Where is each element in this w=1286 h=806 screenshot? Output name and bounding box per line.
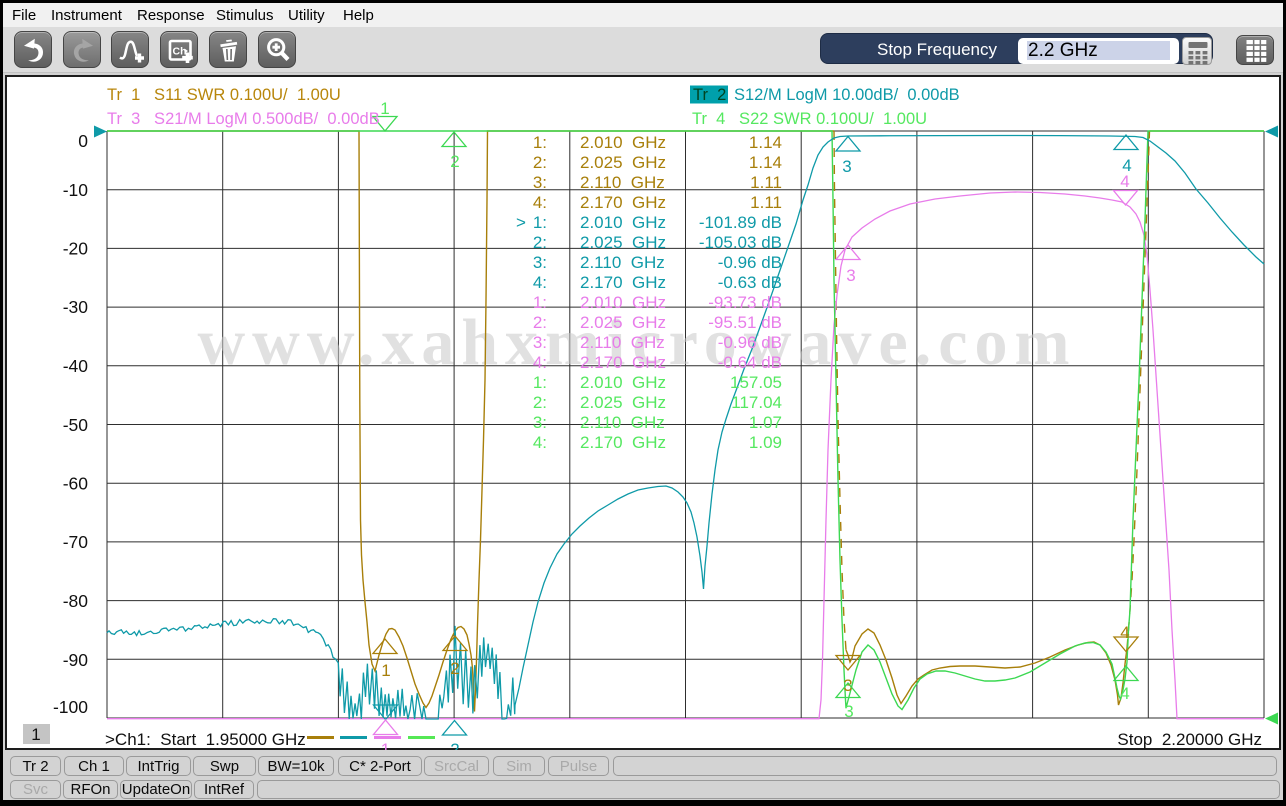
- svg-text:Ch: Ch: [173, 46, 187, 58]
